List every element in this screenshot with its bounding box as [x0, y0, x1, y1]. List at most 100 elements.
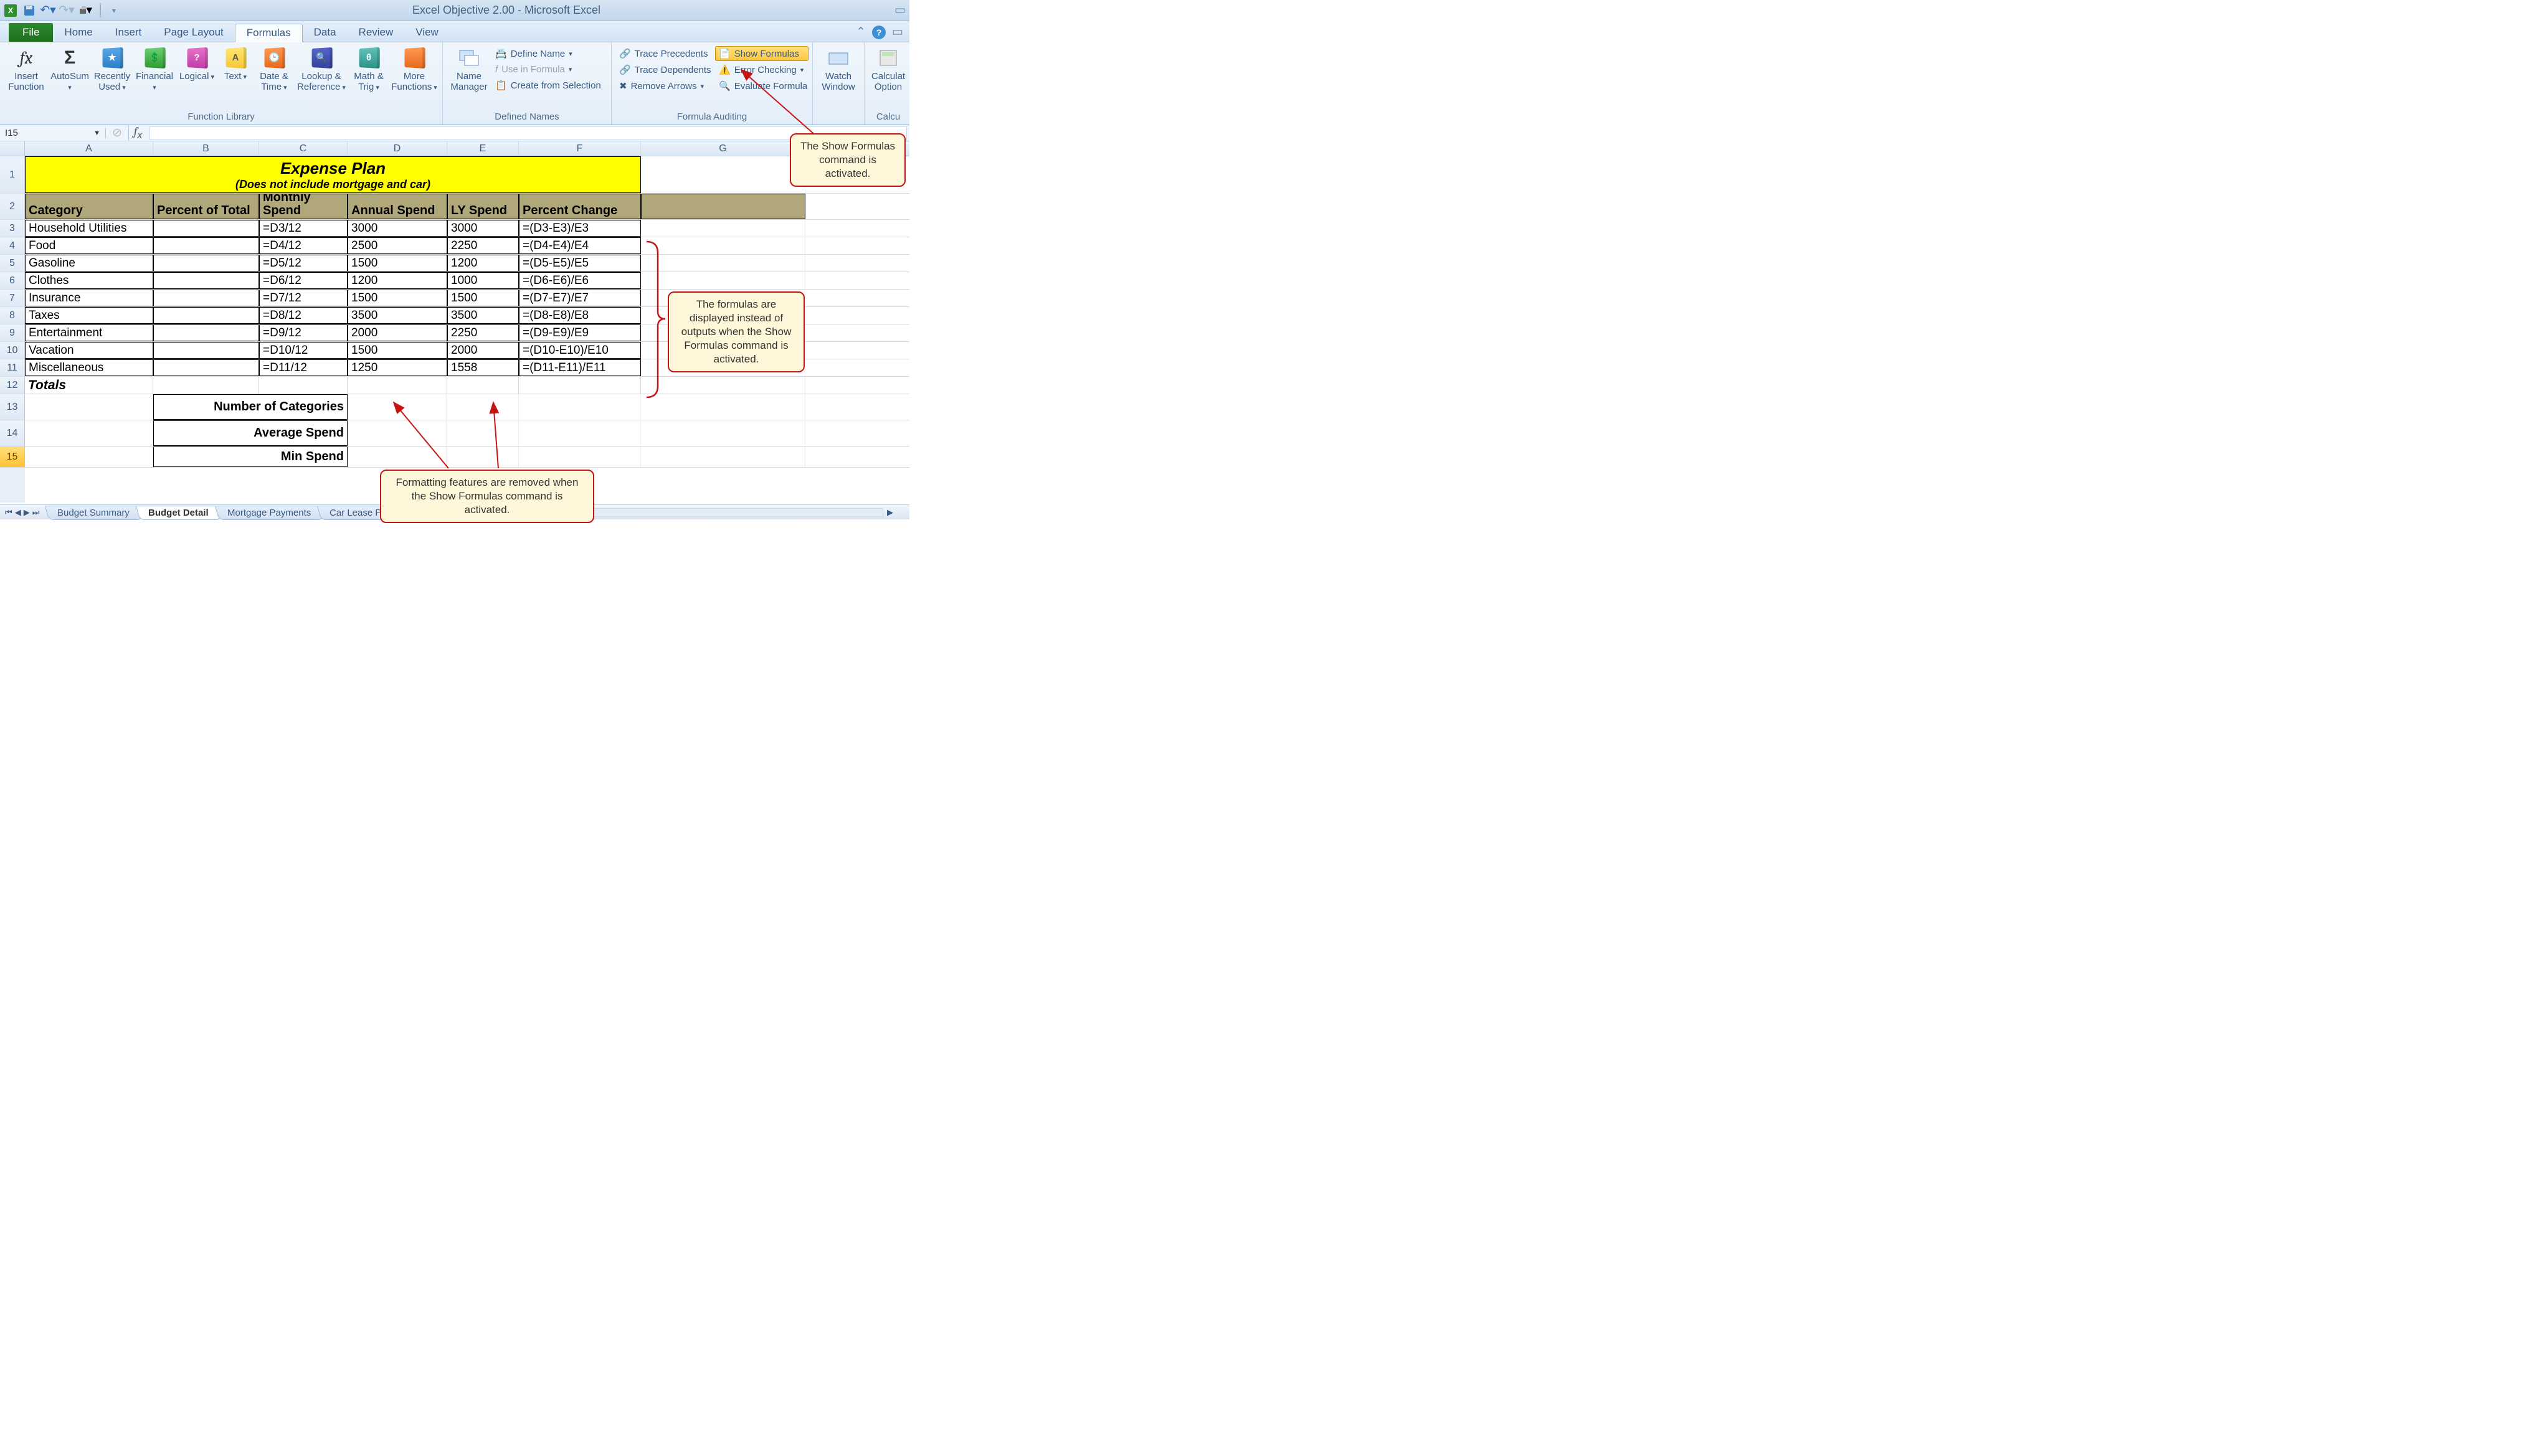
- cell[interactable]: 3000: [447, 220, 519, 237]
- column-header[interactable]: C: [259, 141, 348, 156]
- cell[interactable]: [259, 377, 348, 394]
- cell[interactable]: Household Utilities: [25, 220, 153, 237]
- date-time-button[interactable]: 🕒Date & Time: [253, 45, 295, 94]
- qat-customize-icon[interactable]: ▾: [110, 6, 118, 15]
- cell[interactable]: [153, 255, 259, 272]
- fx-icon[interactable]: fx: [128, 125, 147, 141]
- cell[interactable]: [25, 394, 153, 420]
- cell[interactable]: =D7/12: [259, 290, 348, 306]
- cell[interactable]: [641, 394, 805, 420]
- row-header[interactable]: 13: [0, 394, 25, 420]
- cell[interactable]: [25, 447, 153, 467]
- cell[interactable]: Food: [25, 237, 153, 254]
- cell[interactable]: [519, 420, 641, 446]
- math-trig-button[interactable]: θMath & Trig: [348, 45, 390, 94]
- cell[interactable]: 1200: [348, 272, 447, 289]
- print-icon[interactable]: ▾: [78, 4, 92, 17]
- cell[interactable]: [447, 377, 519, 394]
- cell[interactable]: [519, 377, 641, 394]
- summary-label-cell[interactable]: Number of Categories: [153, 394, 348, 420]
- sheet-tab[interactable]: Budget Summary: [45, 506, 142, 520]
- cell[interactable]: 2250: [447, 324, 519, 341]
- cell[interactable]: Clothes: [25, 272, 153, 289]
- cell[interactable]: [447, 420, 519, 446]
- show-formulas-button[interactable]: 📄Show Formulas: [715, 46, 809, 61]
- cell[interactable]: =(D8-E8)/E8: [519, 307, 641, 324]
- cell[interactable]: Percent Change: [519, 194, 641, 219]
- column-header[interactable]: B: [153, 141, 259, 156]
- cell[interactable]: 1500: [348, 342, 447, 359]
- tab-home[interactable]: Home: [53, 23, 103, 42]
- name-box[interactable]: I15 ▼: [0, 128, 106, 138]
- error-checking-button[interactable]: ⚠️Error Checking: [715, 62, 809, 77]
- row-header[interactable]: 11: [0, 359, 25, 377]
- row-header[interactable]: 10: [0, 342, 25, 359]
- cell[interactable]: Category: [25, 194, 153, 219]
- cell[interactable]: =D5/12: [259, 255, 348, 272]
- cell[interactable]: 1500: [348, 290, 447, 306]
- cell[interactable]: LY Spend: [447, 194, 519, 219]
- cell[interactable]: [348, 420, 447, 446]
- cell[interactable]: =(D9-E9)/E9: [519, 324, 641, 341]
- row-header[interactable]: 12: [0, 377, 25, 394]
- column-header[interactable]: E: [447, 141, 519, 156]
- define-name-button[interactable]: 📇Define Name: [491, 46, 607, 61]
- cell[interactable]: [153, 272, 259, 289]
- summary-label-cell[interactable]: Min Spend: [153, 447, 348, 467]
- cell[interactable]: [153, 342, 259, 359]
- sheet-nav-last-icon[interactable]: ⏭: [32, 508, 40, 518]
- cell[interactable]: 2500: [348, 237, 447, 254]
- cell[interactable]: [348, 447, 447, 467]
- tab-data[interactable]: Data: [303, 23, 348, 42]
- cell[interactable]: 2250: [447, 237, 519, 254]
- name-box-dropdown-icon[interactable]: ▼: [93, 130, 100, 137]
- row-header[interactable]: 14: [0, 420, 25, 447]
- sheet-nav-prev-icon[interactable]: ◀: [15, 508, 21, 518]
- tab-insert[interactable]: Insert: [104, 23, 153, 42]
- select-all-corner[interactable]: [0, 141, 25, 156]
- cell[interactable]: [153, 220, 259, 237]
- trace-dependents-button[interactable]: 🔗Trace Dependents: [615, 62, 715, 77]
- watch-window-button[interactable]: Watch Window: [817, 45, 860, 94]
- cell[interactable]: 2000: [447, 342, 519, 359]
- cell[interactable]: Miscellaneous: [25, 359, 153, 376]
- cell[interactable]: [641, 420, 805, 446]
- column-header[interactable]: F: [519, 141, 641, 156]
- financial-button[interactable]: 💲Financial: [133, 45, 176, 94]
- cell[interactable]: Monthly Spend: [259, 194, 348, 219]
- create-from-selection-button[interactable]: 📋Create from Selection: [491, 78, 607, 93]
- cell[interactable]: Annual Spend: [348, 194, 447, 219]
- row-header[interactable]: 3: [0, 220, 25, 237]
- row-header[interactable]: 15: [0, 447, 25, 468]
- sheet-nav-first-icon[interactable]: ⏮: [5, 508, 12, 518]
- title-cell[interactable]: Expense Plan(Does not include mortgage a…: [25, 156, 641, 193]
- cell[interactable]: [153, 290, 259, 306]
- cell[interactable]: [641, 272, 805, 289]
- cell[interactable]: =D3/12: [259, 220, 348, 237]
- cell[interactable]: [641, 220, 805, 237]
- cell[interactable]: =(D7-E7)/E7: [519, 290, 641, 306]
- logical-button[interactable]: ?Logical: [176, 45, 218, 83]
- cell[interactable]: [153, 307, 259, 324]
- cell[interactable]: [641, 447, 805, 467]
- evaluate-formula-button[interactable]: 🔍Evaluate Formula: [715, 78, 809, 93]
- cell[interactable]: [348, 377, 447, 394]
- cell[interactable]: =(D5-E5)/E5: [519, 255, 641, 272]
- cell[interactable]: 2000: [348, 324, 447, 341]
- cell[interactable]: 3500: [447, 307, 519, 324]
- cell[interactable]: [641, 194, 805, 219]
- cell[interactable]: 1000: [447, 272, 519, 289]
- row-header[interactable]: 8: [0, 307, 25, 324]
- cell[interactable]: Percent of Total: [153, 194, 259, 219]
- cell[interactable]: Taxes: [25, 307, 153, 324]
- trace-precedents-button[interactable]: 🔗Trace Precedents: [615, 46, 715, 61]
- cell[interactable]: Vacation: [25, 342, 153, 359]
- tab-formulas[interactable]: Formulas: [235, 24, 303, 42]
- row-header[interactable]: 4: [0, 237, 25, 255]
- save-icon[interactable]: [22, 4, 36, 17]
- cell[interactable]: =D6/12: [259, 272, 348, 289]
- cell[interactable]: [25, 420, 153, 446]
- cell[interactable]: [641, 156, 805, 193]
- horizontal-scrollbar[interactable]: [556, 508, 883, 517]
- cell[interactable]: [153, 324, 259, 341]
